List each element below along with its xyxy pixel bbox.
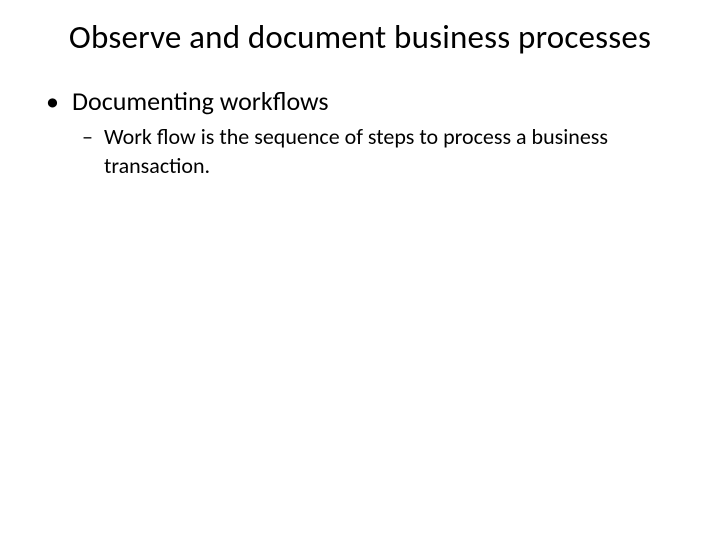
bullet-marker: – — [82, 123, 104, 151]
bullet-level2: – Work flow is the sequence of steps to … — [40, 123, 680, 179]
bullet-level1: • Documenting workflows — [40, 85, 680, 118]
slide-body: • Documenting workflows – Work flow is t… — [40, 85, 680, 180]
bullet-text: Work flow is the sequence of steps to pr… — [104, 123, 644, 179]
bullet-marker: • — [40, 85, 72, 118]
bullet-text: Documenting workflows — [72, 85, 329, 118]
slide-title: Observe and document business processes — [40, 18, 680, 57]
